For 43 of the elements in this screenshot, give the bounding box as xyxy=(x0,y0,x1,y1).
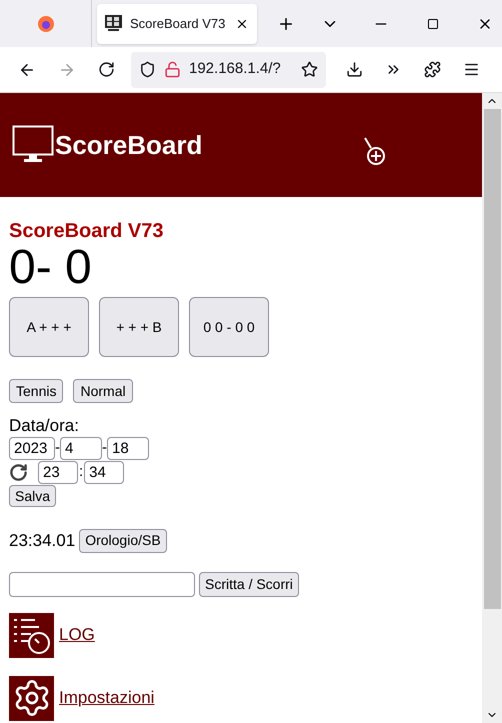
monitor-icon xyxy=(12,125,54,165)
text-field[interactable] xyxy=(9,572,195,596)
scrollbar[interactable] xyxy=(482,93,502,723)
minute-field[interactable]: 34 xyxy=(84,461,124,484)
datetime-label: Data/ora: xyxy=(9,415,79,437)
gear-icon xyxy=(9,676,54,720)
date-separator: - xyxy=(55,438,60,458)
menu-icon[interactable] xyxy=(463,61,480,78)
clock-button[interactable]: Orologio/SB xyxy=(79,528,167,553)
date-separator: - xyxy=(102,438,107,458)
browser-tab[interactable]: ScoreBoard V73 xyxy=(97,4,257,44)
year-field[interactable]: 2023 xyxy=(9,437,55,460)
mode-button[interactable]: Normal xyxy=(73,379,133,403)
star-icon[interactable] xyxy=(301,61,318,78)
clock-time: 23:34.01 xyxy=(9,530,76,552)
save-button[interactable]: Salva xyxy=(9,485,56,507)
maximize-icon[interactable] xyxy=(427,18,439,30)
refresh-icon[interactable] xyxy=(9,463,28,482)
nav-link[interactable]: Impostazioni xyxy=(59,685,154,711)
mode-button[interactable]: Tennis xyxy=(9,379,64,403)
list-clock-icon xyxy=(9,612,54,658)
download-icon[interactable] xyxy=(346,61,363,78)
score-button[interactable]: + + + B xyxy=(99,297,179,357)
extensions-icon[interactable] xyxy=(424,61,441,78)
header-title: ScoreBoard xyxy=(55,128,202,162)
reload-icon[interactable] xyxy=(98,61,115,78)
unlocked-icon[interactable] xyxy=(164,61,181,78)
scoreboard-icon xyxy=(105,15,122,32)
address-bar[interactable]: 192.168.1.4/? xyxy=(131,52,326,88)
hour-field[interactable]: 23 xyxy=(38,461,78,484)
browser-logo-icon[interactable] xyxy=(36,14,54,32)
tab-title: ScoreBoard V73 xyxy=(130,14,226,33)
day-field[interactable]: 18 xyxy=(107,437,149,460)
score-display: 0- 0 xyxy=(9,243,92,293)
scroll-text-button[interactable]: Scritta / Scorri xyxy=(199,572,299,596)
month-field[interactable]: 4 xyxy=(60,437,102,460)
time-separator: : xyxy=(79,462,84,482)
shield-icon[interactable] xyxy=(139,61,156,78)
page-heading: ScoreBoard V73 xyxy=(9,219,164,243)
nav-link[interactable]: LOG xyxy=(59,622,95,648)
url-text: 192.168.1.4/? xyxy=(189,59,281,80)
score-button[interactable]: 0 0 - 0 0 xyxy=(189,297,269,357)
score-button[interactable]: A + + + xyxy=(9,297,89,357)
